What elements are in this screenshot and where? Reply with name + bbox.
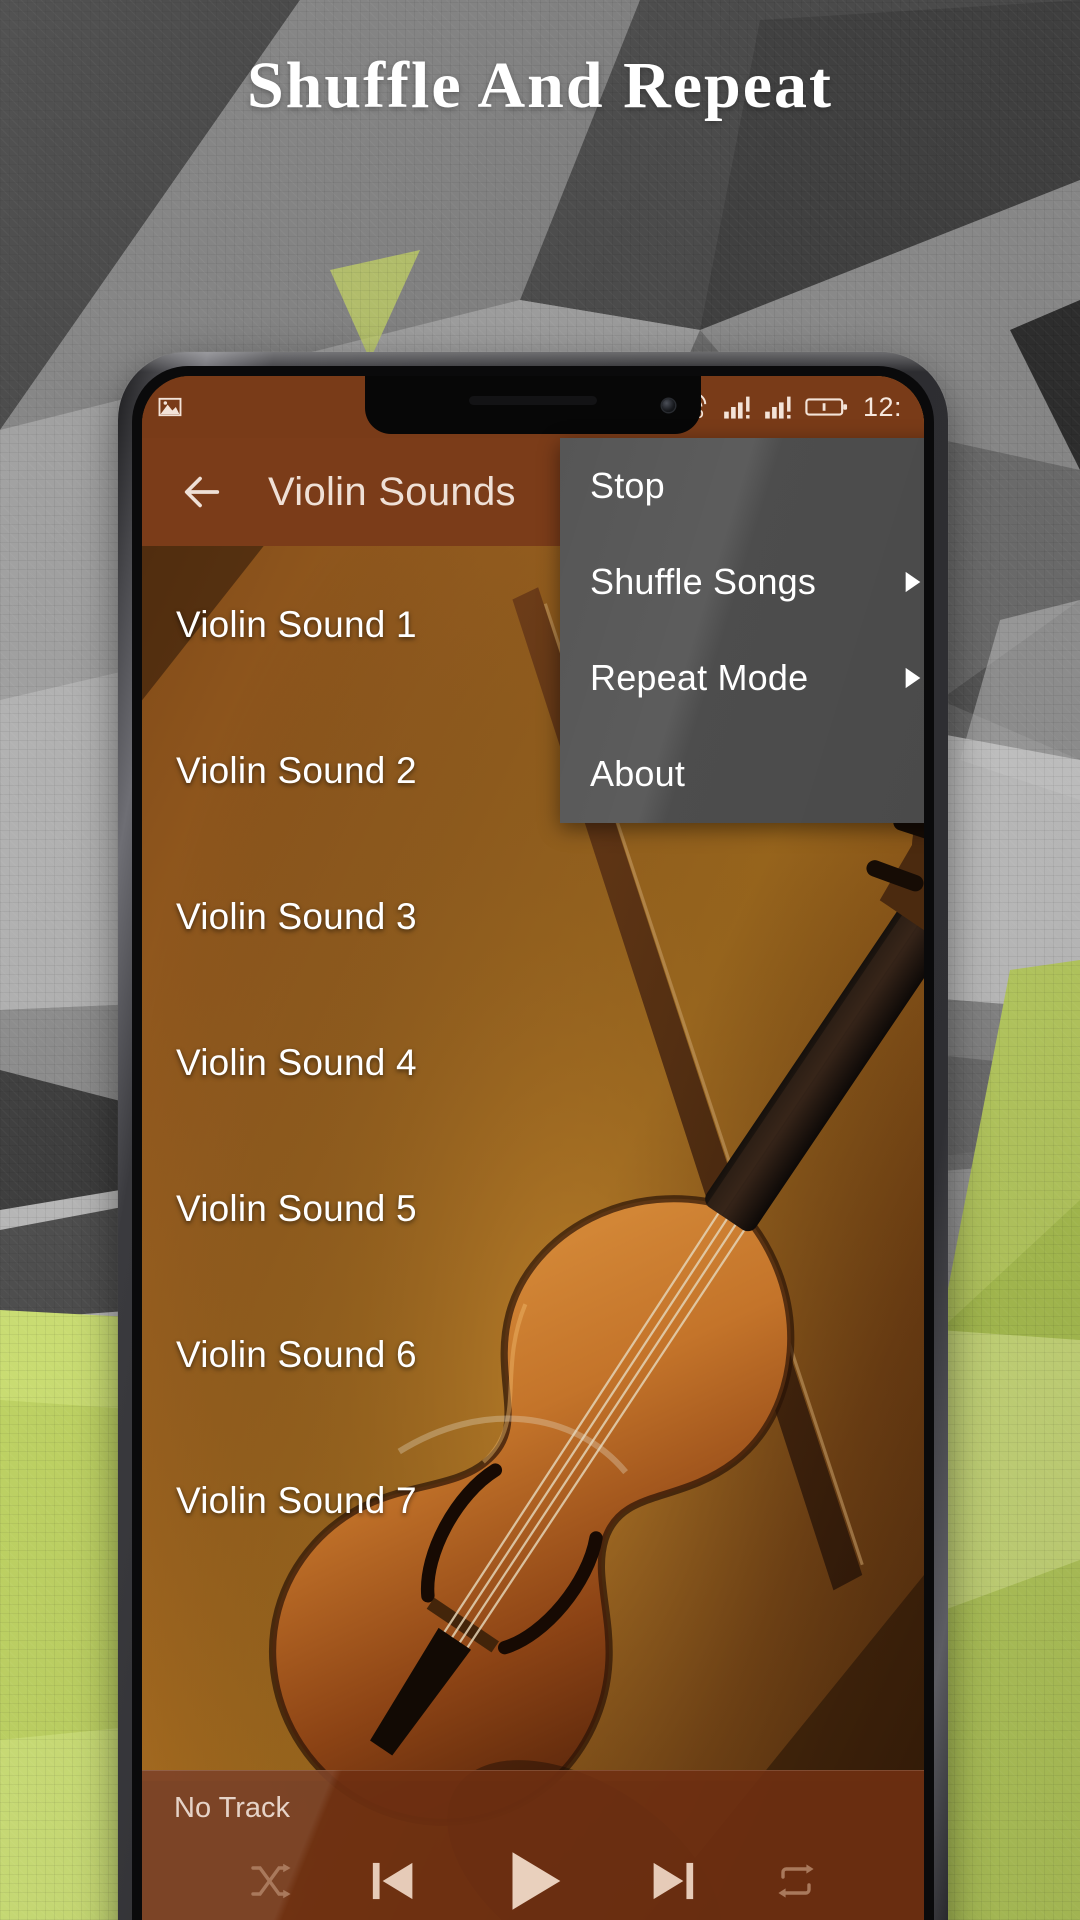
phone-screen: HD: [142, 376, 924, 1920]
menu-item-label: Stop: [590, 465, 665, 506]
play-button[interactable]: [492, 1840, 574, 1920]
submenu-arrow-icon: [905, 667, 921, 689]
menu-item-about[interactable]: About: [560, 726, 924, 822]
player-bar: No Track: [142, 1770, 924, 1920]
menu-item-label: Repeat Mode: [590, 657, 809, 698]
page-title: Shuffle And Repeat: [246, 49, 834, 122]
repeat-icon: [778, 1864, 814, 1898]
list-item[interactable]: Violin Sound 7: [142, 1428, 924, 1574]
shuffle-icon: [251, 1863, 291, 1899]
menu-item-label: Shuffle Songs: [590, 561, 817, 602]
app-bar-title: Violin Sounds: [268, 469, 516, 514]
track-label: Violin Sound 6: [176, 1334, 417, 1375]
track-label: Violin Sound 5: [176, 1188, 417, 1229]
shuffle-button[interactable]: [246, 1857, 294, 1905]
track-label: Violin Sound 4: [176, 1042, 417, 1083]
phone-mockup: HD: [118, 352, 948, 1920]
status-bar-left: [156, 393, 184, 421]
repeat-button[interactable]: [772, 1857, 820, 1905]
overflow-menu[interactable]: Stop Shuffle Songs Repeat Mode About: [560, 438, 924, 823]
signal-bars-icon: [724, 396, 750, 419]
play-icon: [512, 1852, 561, 1910]
player-divider: [142, 1770, 924, 1771]
previous-button[interactable]: [362, 1850, 424, 1912]
signal-bars-2-icon: [765, 396, 791, 419]
menu-item-stop[interactable]: Stop: [560, 438, 924, 534]
front-camera: [662, 398, 675, 412]
track-label: Violin Sound 2: [176, 750, 417, 791]
back-arrow-icon: [184, 476, 220, 508]
track-label: Violin Sound 3: [176, 896, 417, 937]
previous-track-icon: [372, 1862, 413, 1900]
submenu-arrow-icon: [905, 571, 921, 593]
phone-notch: [365, 376, 701, 434]
player-track-title: No Track: [174, 1792, 291, 1824]
player-controls: [142, 1840, 924, 1920]
track-label: Violin Sound 7: [176, 1480, 417, 1521]
track-label: Violin Sound 1: [176, 604, 417, 645]
menu-item-repeat-mode[interactable]: Repeat Mode: [560, 630, 924, 726]
next-button[interactable]: [642, 1850, 704, 1912]
menu-item-label: About: [590, 753, 686, 794]
list-item[interactable]: Violin Sound 6: [142, 1282, 924, 1428]
list-item[interactable]: Violin Sound 4: [142, 990, 924, 1136]
battery-icon: [805, 398, 847, 416]
menu-item-shuffle-songs[interactable]: Shuffle Songs: [560, 534, 924, 630]
phone-bezel: HD: [132, 366, 934, 1920]
list-item[interactable]: Violin Sound 5: [142, 1136, 924, 1282]
list-item[interactable]: Violin Sound 3: [142, 844, 924, 990]
next-track-icon: [653, 1862, 694, 1900]
image-notification-icon: [158, 397, 182, 417]
earpiece-speaker: [469, 396, 597, 405]
back-button[interactable]: [176, 466, 228, 518]
status-clock: 12:: [862, 391, 902, 422]
